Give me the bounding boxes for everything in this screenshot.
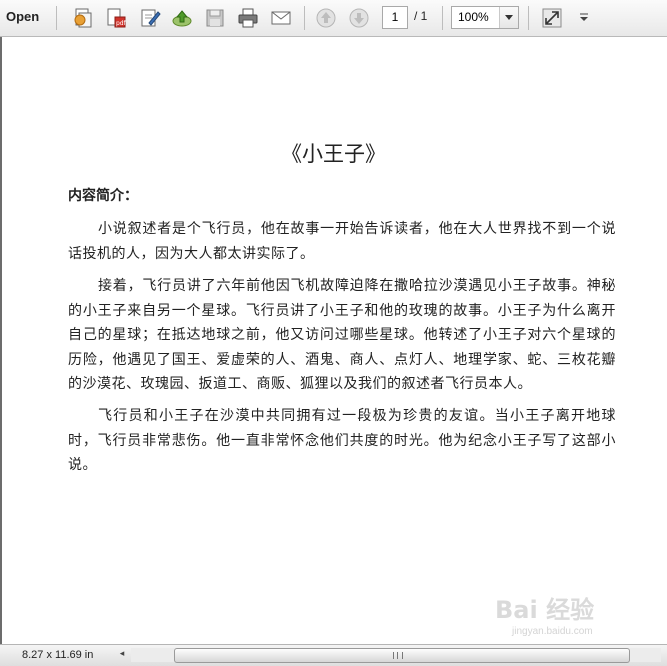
print-icon[interactable] [236,6,260,30]
save-icon[interactable] [203,6,227,30]
grip-icon [393,652,403,659]
scroll-left-icon[interactable]: ◂ [117,649,127,661]
chevron-down-icon[interactable] [499,7,518,28]
watermark-url: jingyan.baidu.com [512,626,593,637]
scrollbar-thumb[interactable] [174,648,630,663]
toolbar: Open pdf 1 / 1 100% [0,0,667,37]
document-title: 《小王子》 [281,142,386,166]
document-viewport[interactable]: 《小王子》 内容简介： 小说叙述者是个飞行员，他在故事一开始告诉读者，他在大人世… [0,37,667,644]
svg-text:pdf: pdf [116,20,127,27]
export-icon[interactable]: pdf [104,6,128,30]
toolbar-separator [442,6,443,30]
zoom-select[interactable]: 100% [451,6,519,29]
fullscreen-icon[interactable] [540,6,564,30]
menu-arrow-icon[interactable] [572,6,596,30]
toolbar-separator [528,6,529,30]
paragraph: 小说叙述者是个飞行员，他在故事一开始告诉读者，他在大人世界找不到一个说话投机的人… [68,221,616,262]
watermark-logo: Bai 经验 [495,596,595,624]
upload-icon[interactable] [170,6,194,30]
email-icon[interactable] [269,6,293,30]
status-bar: 8.27 x 11.69 in ◂ [0,644,667,666]
edit-icon[interactable] [138,6,162,30]
paragraph: 接着，飞行员讲了六年前他因飞机故障迫降在撒哈拉沙漠遇见小王子故事。神秘的小王子来… [68,278,616,392]
page-number-input[interactable]: 1 [382,6,408,29]
paragraph: 飞行员和小王子在沙漠中共同拥有过一段极为珍贵的友谊。当小王子离开地球时，飞行员非… [68,408,616,473]
zoom-value: 100% [458,10,489,24]
open-button[interactable]: Open [6,9,39,24]
section-heading: 内容简介： [68,188,138,204]
page-edge [0,37,2,644]
toolbar-separator [56,6,57,30]
page-up-icon[interactable] [314,6,338,30]
toolbar-separator [304,6,305,30]
page-total: / 1 [414,9,428,23]
page-size-label: 8.27 x 11.69 in [22,649,94,661]
page-down-icon[interactable] [347,6,371,30]
create-pdf-icon[interactable] [71,6,95,30]
